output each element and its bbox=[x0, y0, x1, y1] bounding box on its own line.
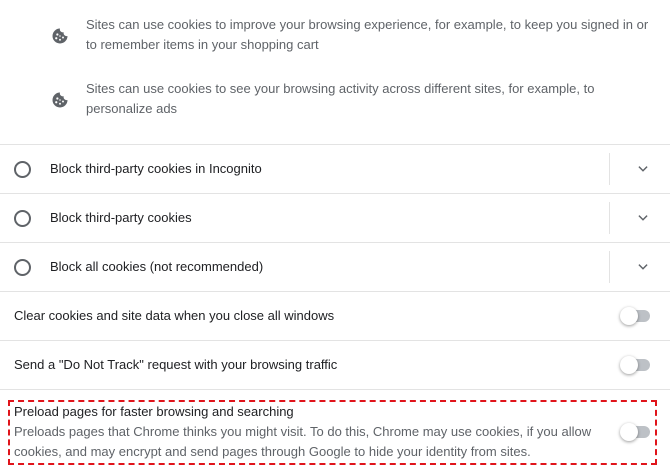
clear-cookies-toggle[interactable] bbox=[620, 307, 652, 325]
cookie-icon bbox=[52, 28, 68, 44]
cookie-info-row: Sites can use cookies to improve your br… bbox=[0, 10, 670, 74]
vertical-separator bbox=[609, 153, 610, 185]
preload-title: Preload pages for faster browsing and se… bbox=[14, 404, 294, 419]
vertical-separator bbox=[609, 202, 610, 234]
radio-button[interactable] bbox=[14, 210, 31, 227]
preload-description: Preloads pages that Chrome thinks you mi… bbox=[14, 424, 592, 459]
radio-button[interactable] bbox=[14, 161, 31, 178]
vertical-separator bbox=[609, 251, 610, 283]
toggle-knob bbox=[620, 423, 638, 441]
radio-label: Block all cookies (not recommended) bbox=[50, 259, 264, 274]
radio-option-block-third-party[interactable]: Block third-party cookies bbox=[0, 194, 670, 242]
chevron-down-icon[interactable] bbox=[636, 260, 650, 274]
toggle-knob bbox=[620, 307, 638, 325]
cookie-info-row: Sites can use cookies to see your browsi… bbox=[0, 74, 670, 138]
cookie-info-text: Sites can use cookies to improve your br… bbox=[86, 17, 649, 52]
preload-pages-toggle[interactable] bbox=[620, 423, 652, 441]
toggle-row-do-not-track[interactable]: Send a "Do Not Track" request with your … bbox=[0, 341, 670, 389]
radio-option-block-third-party-incognito[interactable]: Block third-party cookies in Incognito bbox=[0, 145, 670, 193]
cookie-info-text: Sites can use cookies to see your browsi… bbox=[86, 81, 595, 116]
radio-button[interactable] bbox=[14, 259, 31, 276]
toggle-knob bbox=[620, 356, 638, 374]
chevron-down-icon[interactable] bbox=[636, 211, 650, 225]
toggle-row-clear-cookies[interactable]: Clear cookies and site data when you clo… bbox=[0, 292, 670, 340]
cookie-icon bbox=[52, 92, 68, 108]
divider bbox=[0, 389, 670, 390]
radio-option-block-all[interactable]: Block all cookies (not recommended) bbox=[0, 243, 670, 291]
do-not-track-toggle[interactable] bbox=[620, 356, 652, 374]
radio-label: Block third-party cookies bbox=[50, 210, 192, 225]
chevron-down-icon[interactable] bbox=[636, 162, 650, 176]
radio-label: Block third-party cookies in Incognito bbox=[50, 161, 262, 176]
toggle-label: Clear cookies and site data when you clo… bbox=[14, 308, 335, 323]
toggle-label: Send a "Do Not Track" request with your … bbox=[14, 357, 338, 372]
